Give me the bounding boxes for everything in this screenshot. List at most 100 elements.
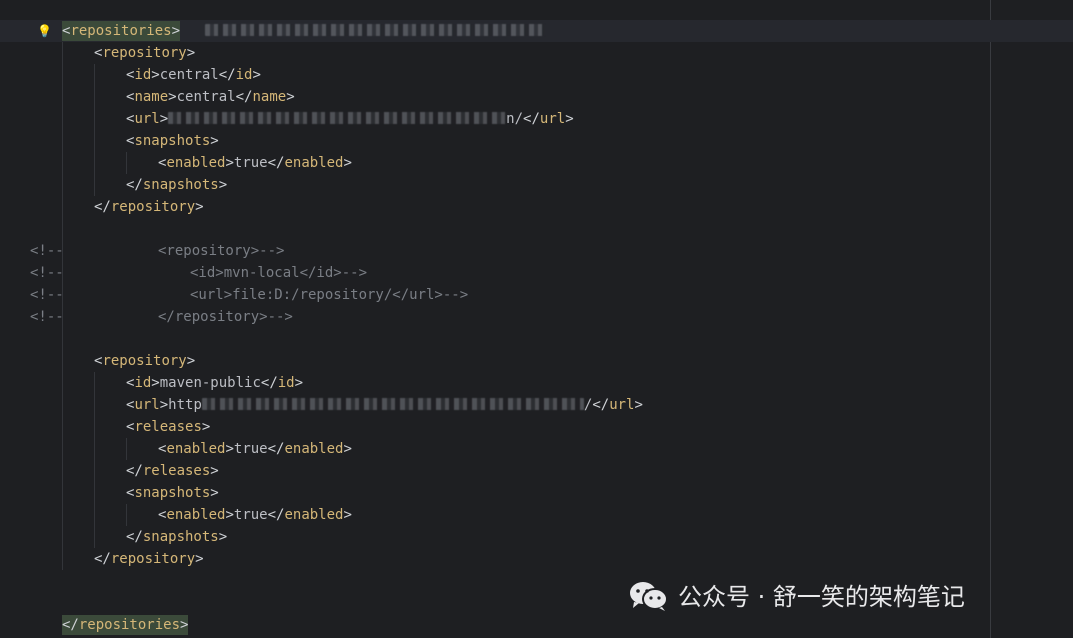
tag-bracket: > — [218, 177, 228, 193]
code-content: <repositories> — [62, 20, 546, 42]
code-content: <enabled>true</enabled> — [158, 504, 352, 526]
code-line[interactable]: <!-- </repository>--> — [0, 306, 1073, 328]
tag-group: <snapshots> — [126, 485, 219, 501]
code-line[interactable]: <enabled>true</enabled> — [0, 504, 1073, 526]
lightbulb-icon[interactable]: 💡 — [37, 24, 52, 38]
code-line[interactable] — [0, 328, 1073, 350]
tag-bracket: > — [186, 353, 196, 369]
code-line[interactable]: </repository> — [0, 548, 1073, 570]
tag-bracket: > — [225, 155, 234, 171]
tag-bracket: </ — [592, 397, 610, 413]
code-line[interactable]: </releases> — [0, 460, 1073, 482]
tag-bracket: > — [151, 375, 160, 391]
code-content: <enabled>true</enabled> — [158, 438, 352, 460]
matched-tag-highlight: <repositories> — [62, 21, 181, 41]
code-content: <enabled>true</enabled> — [158, 152, 352, 174]
tag-group: <url> — [126, 111, 168, 127]
comment-marker: <!-- — [30, 287, 64, 303]
closing-tag: </repository> — [94, 199, 204, 215]
code-line[interactable]: <id>maven-public</id> — [0, 372, 1073, 394]
code-line[interactable]: <url>http/</url> — [0, 394, 1073, 416]
tag-name: enabled — [166, 155, 226, 171]
code-content: </repository> — [94, 548, 204, 570]
code-line[interactable]: <url> n/</url> — [0, 108, 1073, 130]
tag-group: <releases> — [126, 419, 210, 435]
tag-value: true — [233, 441, 268, 457]
tag-bracket: > — [225, 441, 234, 457]
code-line[interactable]: <!-- <url>file:D:/repository/</url>--> — [0, 284, 1073, 306]
code-line[interactable]: <repository> — [0, 350, 1073, 372]
code-content: </repositories> — [62, 614, 189, 636]
tag-value: true — [233, 155, 268, 171]
tag-bracket: </ — [126, 529, 143, 545]
tag-bracket: > — [286, 89, 295, 105]
closing-tag: </enabled> — [268, 507, 352, 523]
tag-bracket: > — [294, 375, 304, 391]
code-line[interactable] — [0, 218, 1073, 240]
code-line[interactable]: <!-- <repository>--> — [0, 240, 1073, 262]
tag-bracket: > — [252, 67, 261, 83]
code-content: <repository> — [94, 350, 195, 372]
code-line[interactable]: <enabled>true</enabled> — [0, 152, 1073, 174]
redacted-text — [201, 398, 584, 410]
code-line[interactable]: 💡 <repositories> — [0, 20, 1073, 42]
tag-group: <id> — [126, 375, 160, 391]
tag-name: enabled — [166, 441, 226, 457]
tag-bracket: > — [151, 67, 160, 83]
comment-marker: <!-- — [30, 309, 64, 325]
tag-bracket: > — [565, 111, 574, 127]
tag-bracket: > — [168, 89, 177, 105]
tag-value: n/ — [506, 111, 524, 127]
tag-bracket: </ — [218, 67, 236, 83]
code-line[interactable]: <enabled>true</enabled> — [0, 438, 1073, 460]
tag-bracket: > — [210, 485, 219, 501]
tag-name: enabled — [166, 507, 226, 523]
tag-bracket: </ — [62, 617, 79, 633]
code-line[interactable]: <name>central</name> — [0, 86, 1073, 108]
tag-value: true — [233, 507, 268, 523]
code-content: </snapshots> — [126, 174, 227, 196]
tag-name: id — [134, 67, 152, 83]
closing-tag: </enabled> — [268, 441, 352, 457]
tag-bracket: </ — [94, 199, 111, 215]
closing-tag: </id> — [261, 375, 303, 391]
tag-bracket: > — [218, 529, 228, 545]
comment-marker: <!-- — [30, 243, 64, 259]
tag-bracket: </ — [523, 111, 540, 127]
tag-bracket: > — [343, 507, 352, 523]
code-line[interactable]: </repository> — [0, 196, 1073, 218]
code-line[interactable]: </snapshots> — [0, 174, 1073, 196]
tag-name: snapshots — [142, 529, 219, 545]
tag-name: name — [134, 89, 169, 105]
tag-value: central — [159, 67, 219, 83]
tag-bracket: > — [171, 23, 181, 39]
redacted-text — [205, 24, 546, 36]
tag-name: url — [134, 397, 160, 413]
closing-tag: </name> — [236, 89, 295, 105]
tag-bracket: > — [159, 111, 169, 127]
code-line[interactable]: <repository> — [0, 42, 1073, 64]
tag-name: repository — [110, 551, 196, 567]
tag-name: repository — [110, 199, 196, 215]
code-line[interactable]: <snapshots> — [0, 482, 1073, 504]
tag-name: url — [134, 111, 160, 127]
closing-tag: </enabled> — [268, 155, 352, 171]
code-line[interactable]: </snapshots> — [0, 526, 1073, 548]
tag-name: name — [252, 89, 287, 105]
tag-bracket: > — [210, 463, 219, 479]
tag-group: <repository> — [94, 353, 195, 369]
code-content: <snapshots> — [126, 482, 219, 504]
tag-bracket: </ — [267, 441, 285, 457]
tag-bracket: </ — [260, 375, 278, 391]
code-line[interactable]: </repositories> — [0, 614, 1073, 636]
code-editor[interactable]: 💡 <repositories> <repository> <id>central<… — [0, 0, 1073, 638]
code-line[interactable]: <releases> — [0, 416, 1073, 438]
code-line[interactable]: <!-- <id>mvn-local</id>--> — [0, 262, 1073, 284]
comment-marker: <!-- — [30, 265, 64, 281]
closing-tag: </snapshots> — [126, 177, 227, 193]
code-line[interactable]: <snapshots> — [0, 130, 1073, 152]
closing-tag: </url> — [592, 397, 643, 413]
tag-name: repository — [102, 353, 187, 369]
code-line[interactable]: <id>central</id> — [0, 64, 1073, 86]
tag-bracket: > — [343, 441, 352, 457]
